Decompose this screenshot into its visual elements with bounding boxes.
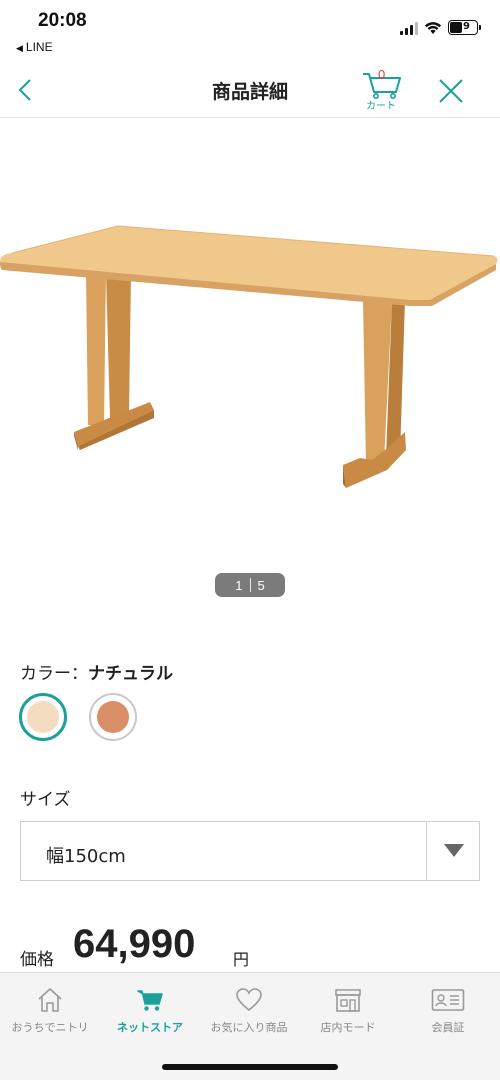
product-image[interactable] bbox=[0, 210, 500, 490]
cart-button[interactable]: 0 カート bbox=[360, 66, 408, 114]
status-bar: 20:08 ◀ LINE 29 bbox=[0, 0, 500, 64]
select-divider bbox=[426, 822, 427, 880]
back-triangle-icon: ◀ bbox=[16, 43, 23, 53]
member-card-icon bbox=[431, 989, 465, 1011]
tab-favorites[interactable]: お気に入り商品 bbox=[199, 987, 299, 1035]
color-swatch-brown[interactable] bbox=[89, 693, 137, 741]
pager-current: 1 bbox=[235, 577, 243, 593]
tab-label: ネットストア bbox=[117, 1021, 183, 1034]
size-select[interactable]: 幅150cm bbox=[20, 821, 480, 881]
price-value: 64,990 bbox=[73, 922, 196, 966]
color-heading: カラー：ナチュラル bbox=[20, 659, 173, 684]
tab-member-card[interactable]: 会員証 bbox=[398, 987, 498, 1035]
price-unit: 円 bbox=[233, 950, 250, 969]
home-icon bbox=[38, 988, 62, 1012]
back-app-label: LINE bbox=[25, 40, 53, 54]
swatch-fill bbox=[97, 701, 129, 733]
size-select-value: 幅150cm bbox=[46, 846, 126, 867]
page-title: 商品詳細 bbox=[211, 81, 288, 103]
image-pager: 1 5 bbox=[215, 573, 285, 597]
tab-label: 店内モード bbox=[320, 1021, 376, 1034]
color-label: カラー： bbox=[20, 664, 88, 684]
selected-color-name: ナチュラル bbox=[88, 664, 173, 684]
home-indicator bbox=[162, 1064, 338, 1070]
color-swatch-natural[interactable] bbox=[19, 693, 67, 741]
status-time: 20:08 bbox=[38, 10, 87, 31]
tab-store-mode[interactable]: 店内モード bbox=[298, 987, 398, 1035]
tab-label: おうちでニトリ bbox=[11, 1021, 89, 1034]
size-label: サイズ bbox=[20, 790, 71, 810]
pager-total: 5 bbox=[257, 577, 265, 593]
heart-icon bbox=[236, 988, 262, 1012]
tab-net-store[interactable]: ネットストア bbox=[100, 987, 200, 1035]
tab-home[interactable]: おうちでニトリ bbox=[0, 987, 100, 1035]
pager-divider bbox=[249, 578, 251, 592]
price-label: 価格 bbox=[20, 950, 54, 970]
dropdown-arrow-icon[interactable] bbox=[444, 844, 464, 857]
close-icon[interactable] bbox=[434, 74, 468, 108]
back-to-app-link[interactable]: ◀ LINE bbox=[16, 40, 53, 54]
cart-count-badge: 0 bbox=[378, 67, 386, 82]
status-icons: 29 bbox=[400, 20, 481, 35]
nav-header: 商品詳細 0 カート bbox=[0, 64, 500, 118]
tab-label: お気に入り商品 bbox=[210, 1021, 288, 1034]
battery-icon: 29 bbox=[448, 20, 481, 35]
tab-label: 会員証 bbox=[431, 1021, 465, 1034]
cart-icon bbox=[137, 990, 163, 1011]
swatch-fill bbox=[27, 701, 59, 733]
cart-label: カート bbox=[366, 101, 396, 112]
wifi-icon bbox=[424, 21, 442, 34]
cellular-signal-icon bbox=[400, 21, 418, 35]
store-icon bbox=[335, 989, 361, 1012]
battery-level: 29 bbox=[456, 21, 470, 32]
